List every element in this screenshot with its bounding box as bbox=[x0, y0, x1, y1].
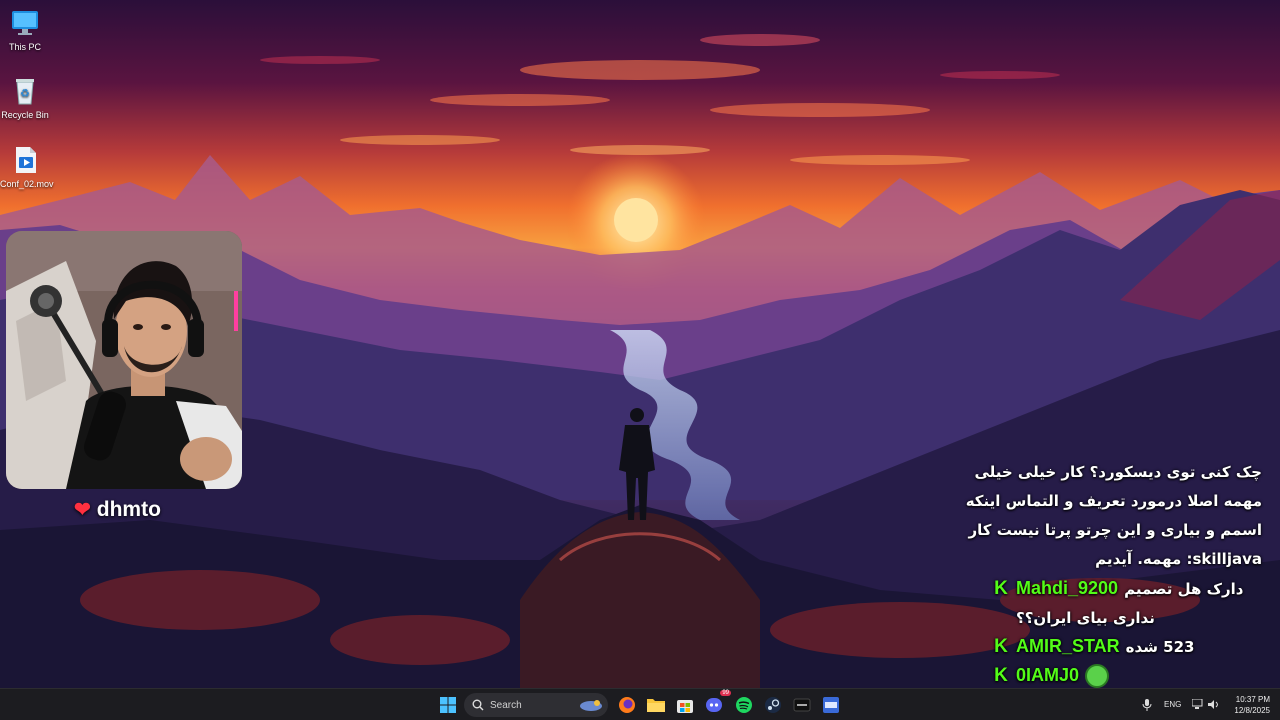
terminal-button[interactable] bbox=[790, 693, 814, 717]
streamer-name-tag: ❤ dhmto bbox=[74, 498, 161, 522]
firefox-icon bbox=[619, 697, 635, 713]
svg-text:♻: ♻ bbox=[20, 87, 30, 100]
chat-line: اسمم و بیاری و این چرتو پرتا نیست کار bbox=[968, 521, 1262, 539]
terminal-icon bbox=[793, 698, 811, 712]
desktop-icon-this-pc[interactable]: This PC bbox=[0, 8, 50, 52]
chat-username: AMIR_STAR bbox=[1016, 636, 1120, 656]
microphone-icon[interactable] bbox=[1142, 699, 1152, 711]
chat-message-text: نداری بیای ایران؟؟ bbox=[1016, 608, 1155, 627]
recycle-bin-icon: ♻ bbox=[10, 76, 40, 106]
chat-username: Mahdi_9200 bbox=[1016, 578, 1119, 598]
desktop-icon-label: This PC bbox=[8, 42, 41, 52]
store-button[interactable] bbox=[673, 693, 697, 717]
kick-badge-icon: K bbox=[994, 635, 1008, 657]
taskbar-search[interactable]: Search bbox=[464, 693, 608, 717]
chat-line: مهمه اصلا درمورد تعریف و التماس اینکه bbox=[965, 492, 1262, 510]
discord-icon bbox=[706, 698, 722, 712]
webcam-overlay bbox=[6, 231, 242, 489]
steam-icon bbox=[765, 697, 781, 713]
spotify-button[interactable] bbox=[732, 693, 756, 717]
video-file-icon bbox=[10, 145, 40, 175]
store-icon bbox=[677, 700, 693, 713]
clock-date: 12/8/2025 bbox=[1234, 706, 1270, 715]
search-highlight-icon bbox=[580, 700, 602, 711]
chat-message-text: 523 شده bbox=[1125, 637, 1195, 656]
volume-icon[interactable] bbox=[1208, 699, 1220, 710]
search-placeholder: Search bbox=[490, 699, 522, 711]
search-icon bbox=[472, 699, 484, 711]
kick-badge-icon: K bbox=[994, 577, 1008, 599]
discord-notification-badge: 99 bbox=[720, 690, 731, 696]
file-explorer-button[interactable] bbox=[644, 693, 668, 717]
chat-username: 0IAMJ0 bbox=[1016, 665, 1080, 685]
firefox-button[interactable] bbox=[615, 693, 639, 717]
desktop-icon-conf-video[interactable]: Conf_02.mov bbox=[0, 145, 54, 189]
system-clock[interactable]: 10:37 PM 12/8/2025 bbox=[1226, 694, 1270, 716]
app-icon bbox=[823, 697, 839, 713]
discord-button[interactable]: 99 bbox=[703, 690, 731, 717]
green-emote-icon bbox=[1085, 663, 1110, 688]
file-explorer-icon bbox=[647, 699, 665, 712]
chat-message-text: دارک هل تصمیم bbox=[1124, 579, 1244, 598]
chat-message: K AMIR_STAR 523 شده bbox=[992, 632, 1262, 661]
heart-icon: ❤ bbox=[74, 499, 91, 521]
language-indicator[interactable]: ENG bbox=[1164, 700, 1181, 709]
taskbar: Search 99 ENG 10:37 PM 12/8/2025 bbox=[0, 688, 1280, 720]
desktop-icon-label: Conf_02.mov bbox=[0, 179, 54, 189]
webcam-feed bbox=[6, 231, 242, 489]
windows-icon bbox=[440, 697, 456, 713]
clock-time: 10:37 PM bbox=[1235, 695, 1270, 704]
app-button[interactable] bbox=[819, 693, 843, 717]
streamer-name: dhmto bbox=[96, 498, 161, 521]
desktop-icon-recycle-bin[interactable]: ♻ Recycle Bin bbox=[0, 76, 50, 120]
steam-button[interactable] bbox=[761, 693, 785, 717]
chat-message-continuation: نداری بیای ایران؟؟ bbox=[992, 603, 1262, 632]
desktop-icon-label: Recycle Bin bbox=[1, 110, 49, 120]
spotify-icon bbox=[736, 697, 752, 713]
kick-badge-icon: K bbox=[994, 664, 1008, 686]
monitor-icon bbox=[10, 8, 40, 38]
chat-line: چک کنی توی دیسکورد؟ کار خیلی خیلی bbox=[974, 463, 1262, 481]
chat-line: skilljava: مهمه. آیدیم bbox=[1095, 550, 1262, 568]
chat-message: K 0IAMJ0 bbox=[992, 661, 1262, 690]
start-button[interactable] bbox=[436, 693, 460, 717]
chat-overlay: چک کنی توی دیسکورد؟ کار خیلی خیلی مهمه ا… bbox=[965, 458, 1262, 719]
chat-message: K Mahdi_9200 دارک هل تصمیم bbox=[992, 574, 1262, 603]
network-icon[interactable] bbox=[1192, 699, 1204, 710]
